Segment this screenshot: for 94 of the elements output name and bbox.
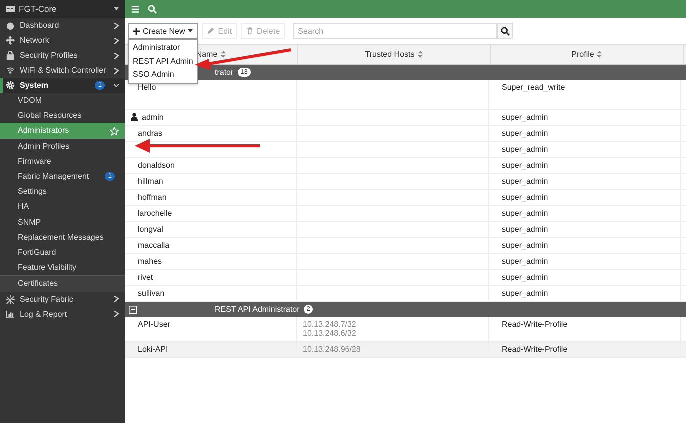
submenu-label: FortiGuard bbox=[18, 248, 58, 258]
trusted-host: 10.13.248.7/32 bbox=[303, 320, 358, 329]
trusted-host: 10.13.248.96/28 bbox=[303, 345, 362, 354]
profile-cell: super_admin bbox=[502, 257, 548, 266]
menu-label: Log & Report bbox=[20, 310, 68, 319]
chevron-right-icon bbox=[114, 38, 119, 44]
name-cell: Hello bbox=[138, 83, 156, 92]
chevron-right-icon bbox=[114, 22, 119, 28]
submenu-label: Replacement Messages bbox=[18, 232, 105, 242]
name-cell: admin bbox=[142, 113, 164, 122]
profile-cell: super_admin bbox=[502, 145, 548, 154]
name-cell: maccalla bbox=[138, 241, 170, 250]
column-header[interactable]: Profile bbox=[491, 45, 684, 64]
profile-cell: super_admin bbox=[502, 113, 548, 122]
trusted-host: 10.13.248.6/32 bbox=[303, 329, 358, 338]
submenu-label: Certificates bbox=[18, 279, 60, 289]
menu-item[interactable]: Log & Report bbox=[0, 306, 125, 322]
profile-cell: super_admin bbox=[502, 289, 548, 298]
search-icon bbox=[500, 26, 510, 36]
star-icon[interactable] bbox=[110, 126, 119, 136]
device-icon bbox=[6, 4, 15, 14]
profile-cell: super_admin bbox=[502, 177, 548, 186]
menu-label: Dashboard bbox=[20, 21, 60, 30]
profile-cell: Super_read_write bbox=[502, 83, 566, 92]
chevron-right-icon bbox=[114, 311, 119, 318]
submenu-label: Settings bbox=[18, 187, 48, 196]
plus-icon bbox=[133, 28, 140, 34]
profile-cell: super_admin bbox=[502, 209, 548, 218]
pencil-icon bbox=[207, 27, 216, 35]
name-cell: larochelle bbox=[138, 209, 172, 218]
lock-icon bbox=[6, 51, 15, 60]
menu-label: System bbox=[20, 81, 50, 90]
profile-cell: Read-Write-Profile bbox=[502, 320, 568, 329]
submenu-item[interactable]: Certificates bbox=[0, 275, 125, 292]
group-title: trator bbox=[215, 68, 234, 77]
name-cell: hoffman bbox=[138, 193, 167, 202]
menu-label: Network bbox=[20, 36, 50, 45]
create-new-button[interactable]: Create New bbox=[128, 23, 198, 39]
sort-icon bbox=[220, 51, 226, 58]
menu-label: WiFi & Switch Controller bbox=[20, 66, 108, 75]
caret-icon bbox=[114, 7, 119, 11]
search-field[interactable]: Search bbox=[293, 23, 498, 39]
name-cell: API-User bbox=[138, 320, 170, 329]
submenu-label: Global Resources bbox=[18, 111, 83, 120]
trash-icon bbox=[246, 27, 254, 35]
menu-item[interactable]: Security Profiles bbox=[0, 48, 125, 63]
menu-item[interactable]: WiFi & Switch Controller bbox=[0, 63, 125, 78]
name-cell: hillman bbox=[138, 177, 164, 186]
name-cell: mahes bbox=[138, 257, 162, 266]
menu-item[interactable]: Security Fabric bbox=[0, 292, 125, 307]
menu-label: Security Fabric bbox=[20, 294, 74, 304]
group-title: REST API Administrator bbox=[215, 305, 300, 314]
search-icon[interactable] bbox=[148, 4, 157, 14]
highlighted-row[interactable]: Loki-API 10.13.248.96/28 Read-Write-Profile bbox=[125, 342, 686, 358]
submenu-label: Admin Profiles bbox=[18, 142, 71, 151]
name-cell: longval bbox=[138, 225, 164, 234]
submenu-label: Feature Visibility bbox=[18, 263, 78, 272]
submenu-label: HA bbox=[18, 202, 30, 212]
menu-label: Security Profiles bbox=[20, 51, 79, 60]
submenu-label: Fabric Management bbox=[18, 172, 90, 182]
settings-icon bbox=[6, 81, 15, 90]
sort-icon bbox=[597, 51, 602, 58]
profile-cell: super_admin bbox=[502, 273, 548, 282]
menu-option[interactable]: SSO Admin bbox=[129, 68, 198, 82]
profile-cell: Read-Write-Profile bbox=[502, 345, 568, 354]
chevron-right-icon bbox=[114, 68, 119, 74]
profile-cell: super_admin bbox=[502, 193, 548, 202]
profile-cell: super_admin bbox=[502, 161, 548, 170]
column-header[interactable]: Trusted Hosts bbox=[298, 45, 491, 64]
profile-cell: super_admin bbox=[502, 225, 548, 234]
chevron-right-icon bbox=[114, 296, 119, 302]
submenu-label: SNMP bbox=[18, 218, 42, 227]
device-name: FGT-Core bbox=[19, 4, 58, 14]
profile-cell: super_admin bbox=[502, 241, 548, 250]
user-icon bbox=[131, 113, 138, 121]
name-cell: rivet bbox=[138, 273, 154, 282]
name-cell: donaldson bbox=[138, 161, 175, 170]
submenu-label: Administrators bbox=[18, 126, 70, 136]
name-cell: Loki-API bbox=[138, 345, 168, 354]
menu-item[interactable]: Network bbox=[0, 33, 125, 48]
device-header[interactable]: FGT-Core bbox=[0, 0, 125, 18]
search-button[interactable] bbox=[497, 23, 514, 39]
submenu-label: VDOM bbox=[18, 96, 43, 106]
sort-icon bbox=[418, 51, 423, 58]
submenu-label: Firmware bbox=[18, 156, 52, 166]
chevron-right-icon bbox=[114, 52, 119, 58]
name-cell: sullivan bbox=[138, 289, 165, 298]
network-icon bbox=[6, 36, 15, 45]
wifi-icon bbox=[6, 66, 15, 75]
name-cell: andras bbox=[138, 129, 162, 138]
collapse-icon[interactable] bbox=[129, 306, 137, 314]
profile-cell: super_admin bbox=[502, 129, 548, 138]
caret-icon bbox=[188, 29, 194, 33]
menu-item[interactable]: Dashboard bbox=[0, 18, 125, 33]
